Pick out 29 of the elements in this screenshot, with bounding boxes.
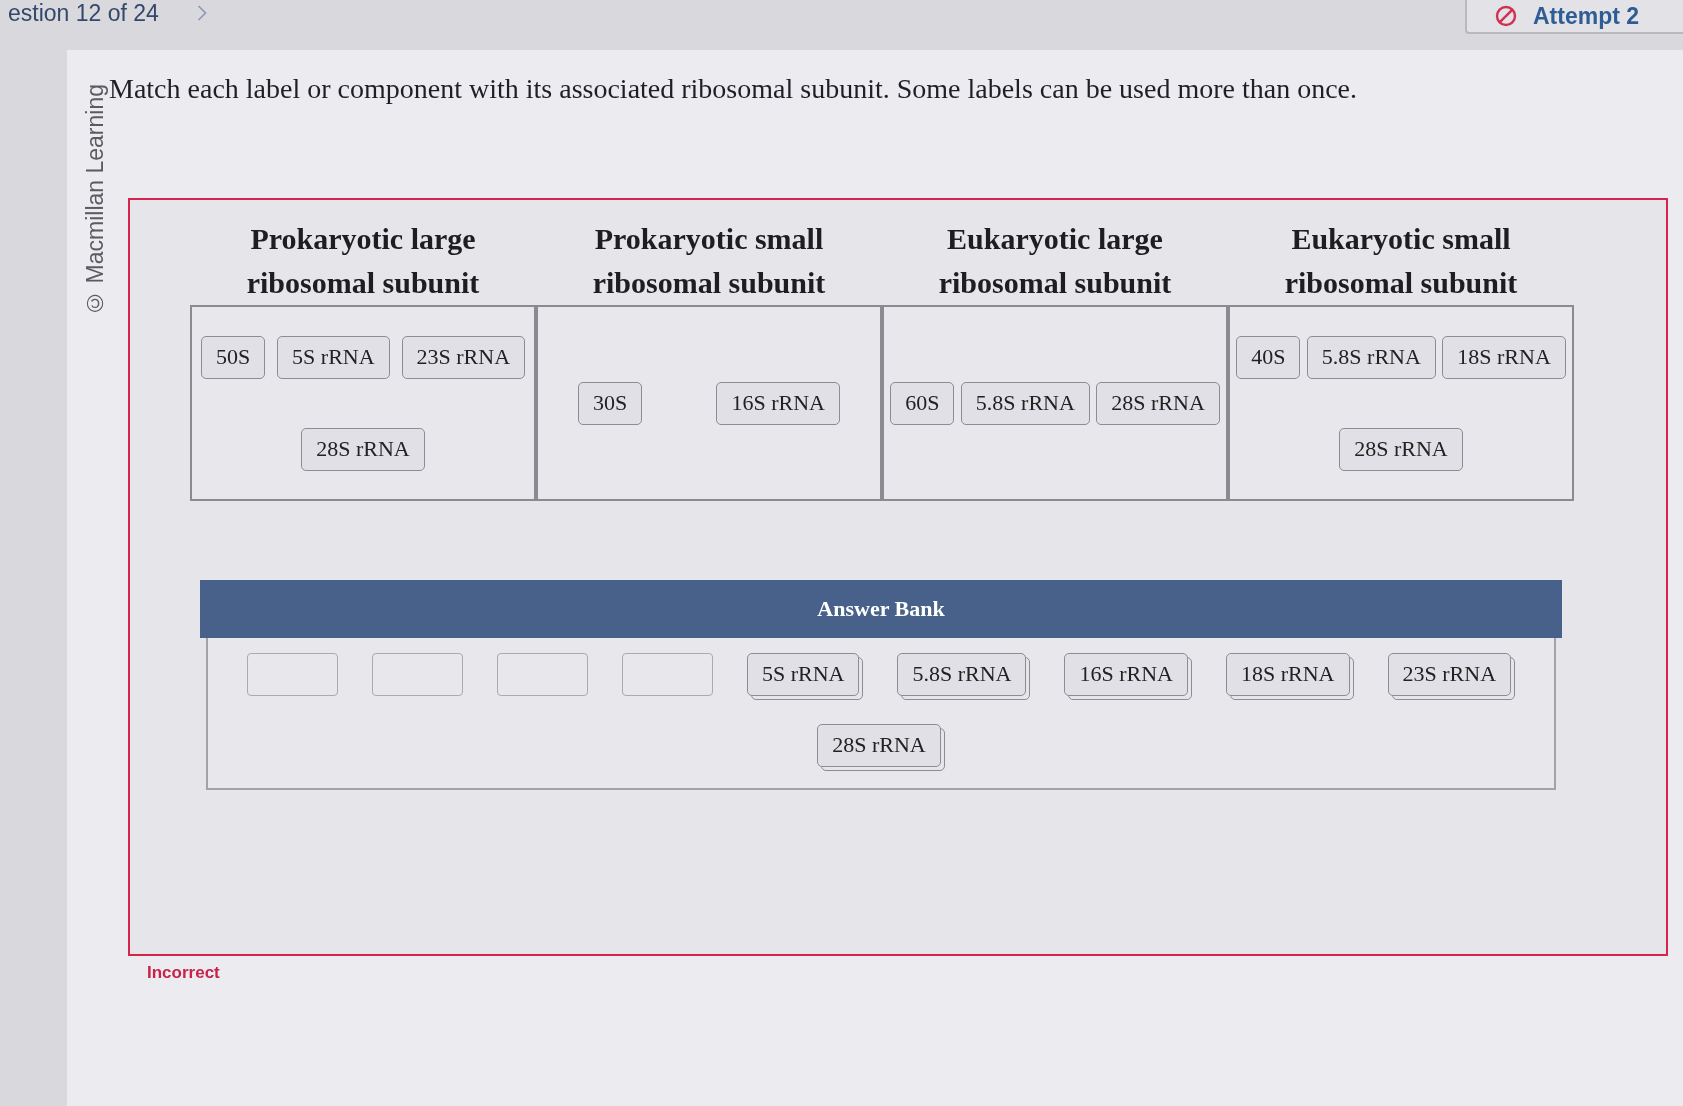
attempt-label: Attempt 2: [1533, 3, 1640, 29]
circle-slash-icon: [1495, 5, 1517, 27]
answer-tile[interactable]: 5.8S rRNA: [960, 381, 1090, 425]
drop-zone[interactable]: 40S 5.8S rRNA 18S rRNA 28S rRNA: [1228, 305, 1574, 501]
drop-zone[interactable]: 50S 5S rRNA 23S rRNA 28S rRNA: [190, 305, 536, 501]
answer-tile[interactable]: 28S rRNA: [1339, 427, 1463, 471]
answer-tile[interactable]: 50S: [200, 335, 266, 379]
answer-tile[interactable]: 60S: [890, 381, 955, 425]
answer-tile[interactable]: 23S rRNA: [401, 335, 526, 379]
drop-zone[interactable]: 60S 5.8S rRNA 28S rRNA: [882, 305, 1228, 501]
answer-tile[interactable]: 28S rRNA: [1096, 381, 1220, 425]
drop-zone[interactable]: 30S 16S rRNA: [536, 305, 882, 501]
column-heading: Prokaryotic small ribosomal subunit: [591, 221, 827, 301]
question-prompt: Match each label or component with its associated ribosomal subunit. Some labels can be used more than once.: [109, 72, 1357, 106]
answer-tile[interactable]: 5S rRNA: [277, 335, 390, 379]
answer-tile[interactable]: 18S rRNA: [1442, 335, 1566, 379]
chevron-right-icon[interactable]: [196, 5, 207, 21]
answer-bank-header: Answer Bank: [200, 580, 1562, 638]
answer-tile[interactable]: 16S rRNA: [716, 381, 840, 425]
column-heading: Eukaryotic small ribosomal subunit: [1283, 221, 1519, 301]
answer-tile[interactable]: 30S: [578, 381, 643, 425]
column-heading: Eukaryotic large ribosomal subunit: [937, 221, 1173, 301]
feedback-text: Incorrect: [147, 962, 220, 984]
column-heading: Prokaryotic large ribosomal subunit: [245, 221, 481, 301]
copyright-credit: © Macmillan Learning: [82, 84, 108, 316]
answer-tile[interactable]: 5.8S rRNA: [1306, 335, 1436, 379]
answer-tile[interactable]: 40S: [1236, 335, 1301, 379]
answer-tile[interactable]: 28S rRNA: [301, 427, 425, 471]
question-counter: estion 12 of 24: [8, 0, 159, 26]
